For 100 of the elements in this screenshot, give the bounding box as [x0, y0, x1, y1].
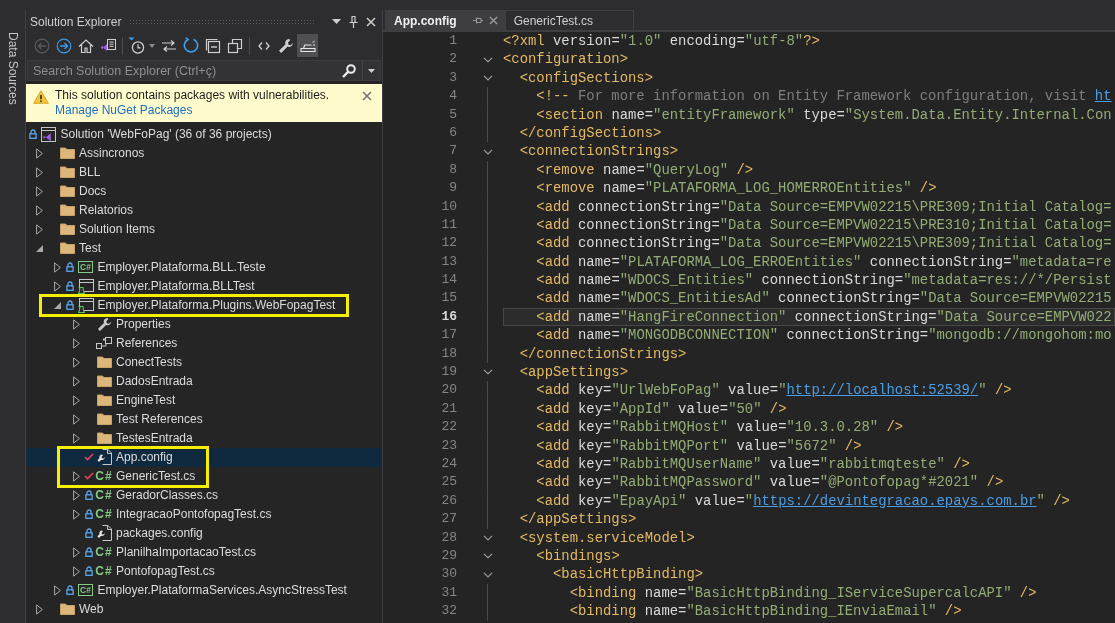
- code-link[interactable]: https://devintegracao.epays.com.br: [753, 492, 1037, 509]
- line-number: 5: [449, 106, 457, 122]
- line-number: 31: [441, 584, 457, 600]
- expand-arrow-icon[interactable]: [72, 489, 80, 501]
- search-options-button[interactable]: [362, 60, 381, 81]
- expand-arrow-icon[interactable]: [35, 204, 43, 216]
- tree-item[interactable]: DadosEntrada: [26, 371, 382, 391]
- expand-arrow-icon[interactable]: [72, 337, 80, 349]
- expand-arrow-icon[interactable]: [72, 565, 80, 577]
- collapse-arrow-icon[interactable]: [54, 301, 61, 309]
- tree-item[interactable]: BLL: [26, 162, 382, 182]
- code-link[interactable]: http://localhost:52539/: [786, 382, 979, 399]
- code-brackets-icon[interactable]: [257, 40, 270, 51]
- tree-item[interactable]: Properties: [26, 314, 382, 334]
- code-line: <add name="PLATAFORMA_LOG_ERROEntities" connectionString="metadata=re: [536, 253, 1112, 270]
- code-line: <add connectionString="Data Source=EMPVW02215\PRE310;Initial Catalog=: [536, 216, 1112, 233]
- editor-tab[interactable]: App.config: [385, 10, 505, 30]
- expand-arrow-icon[interactable]: [72, 394, 80, 406]
- expand-arrow-icon[interactable]: [72, 356, 80, 368]
- tree-item[interactable]: Test: [26, 238, 382, 258]
- expand-arrow-icon[interactable]: [72, 413, 80, 425]
- code-line: <appSettings>: [519, 364, 629, 381]
- tree-item[interactable]: C# PontofopagTest.cs: [26, 561, 382, 581]
- fold-toggle-icon[interactable]: [482, 553, 493, 560]
- tree-item[interactable]: App.config: [26, 447, 382, 467]
- file-type-label: C#: [95, 506, 113, 523]
- tree-item[interactable]: Web: [26, 599, 382, 619]
- tree-item[interactable]: Assincronos: [26, 143, 382, 163]
- folder-icon: [96, 432, 112, 444]
- clock-icon[interactable]: [128, 37, 145, 54]
- caret-down-icon[interactable]: [332, 19, 341, 24]
- expand-arrow-icon[interactable]: [54, 280, 61, 292]
- code-line: </connectionStrings>: [519, 345, 687, 362]
- fold-toggle-icon[interactable]: [482, 369, 493, 376]
- search-icon[interactable]: [342, 63, 356, 78]
- tree-item[interactable]: Solution 'WebFoPag' (36 of 36 projects): [26, 124, 382, 144]
- pin-icon[interactable]: [349, 15, 358, 28]
- tree-item[interactable]: ConectTests: [26, 352, 382, 372]
- expand-arrow-icon[interactable]: [72, 470, 80, 482]
- tree-item[interactable]: C# IntegracaoPontofopagTest.cs: [26, 504, 382, 524]
- line-number: 9: [449, 180, 457, 196]
- code-link[interactable]: ht: [1094, 88, 1112, 105]
- editor-tab[interactable]: GenericTest.cs: [504, 10, 634, 30]
- tree-item[interactable]: packages.config: [26, 523, 382, 543]
- fold-toggle-icon[interactable]: [482, 56, 493, 63]
- pin-icon[interactable]: [472, 17, 483, 24]
- side-tab[interactable]: Data Sources: [5, 32, 20, 623]
- tree-item[interactable]: Solution Items: [26, 219, 382, 239]
- expand-arrow-icon[interactable]: [35, 166, 43, 178]
- tree-item[interactable]: C# Employer.Plataforma.BLL.Teste: [26, 257, 382, 277]
- line-number: 19: [441, 364, 457, 380]
- close-icon[interactable]: [362, 91, 372, 101]
- tree-item[interactable]: Relatorios: [26, 200, 382, 220]
- file-type-label: C#: [95, 468, 113, 485]
- tree-item[interactable]: C# GenericTest.cs: [26, 466, 382, 486]
- tree-item[interactable]: C# PlanilhaImportacaoTest.cs: [26, 542, 382, 562]
- code-line: <binding name="BasicHttpBinding_IEnviaEmail" />: [569, 603, 962, 620]
- expand-arrow-icon[interactable]: [72, 318, 80, 330]
- expand-arrow-icon[interactable]: [72, 508, 80, 520]
- code-line: <add name="WDOCS_EntitiesAd" connectionString="Data Source=EMPVW02215: [536, 290, 1112, 307]
- tree-item[interactable]: Docs: [26, 181, 382, 201]
- tree-item[interactable]: C# Employer.PlataformaServices.AsyncStressTest: [26, 580, 382, 600]
- code-line: <add name="MONGODBCONNECTION" connectionString="mongodb://mongohom:mo: [536, 327, 1112, 344]
- tree-item[interactable]: Employer.Plataforma.BLLTest: [26, 276, 382, 296]
- fold-toggle-icon[interactable]: [482, 571, 493, 578]
- tree-item[interactable]: C# GeradorClasses.cs: [26, 485, 382, 505]
- line-number: 32: [441, 603, 457, 619]
- expand-arrow-icon[interactable]: [54, 261, 61, 273]
- expand-arrow-icon[interactable]: [35, 147, 43, 159]
- caret-down-icon[interactable]: [149, 43, 155, 48]
- line-number: 29: [441, 547, 457, 563]
- folder-icon: [96, 394, 112, 406]
- expand-arrow-icon[interactable]: [35, 185, 43, 197]
- tree-item[interactable]: Test References: [26, 409, 382, 429]
- caret-down-icon[interactable]: [368, 68, 375, 73]
- expand-arrow-icon[interactable]: [72, 546, 80, 558]
- collapse-arrow-icon[interactable]: [35, 244, 43, 252]
- test-project-icon: [77, 297, 94, 313]
- code-line: <add name="WDOCS_Entities" connectionString="metadata=res://*/Persist: [536, 272, 1112, 289]
- fold-toggle-icon[interactable]: [482, 74, 493, 81]
- manage-packages-link[interactable]: Manage NuGet Packages: [55, 103, 193, 117]
- search-button[interactable]: [338, 60, 362, 81]
- expand-arrow-icon[interactable]: [35, 223, 43, 235]
- expand-arrow-icon[interactable]: [54, 584, 61, 596]
- panel-title: Solution Explorer: [30, 13, 122, 31]
- line-number: 22: [441, 419, 457, 435]
- tree-item[interactable]: EngineTest: [26, 390, 382, 410]
- search-field[interactable]: Search Solution Explorer (Ctrl+ç): [27, 60, 338, 81]
- fold-toggle-icon[interactable]: [482, 148, 493, 155]
- expand-arrow-icon[interactable]: [72, 432, 80, 444]
- line-number: 30: [441, 566, 457, 582]
- code-line: <add connectionString="Data Source=EMPVW02215\PRE309;Initial Catalog=: [536, 198, 1112, 215]
- fold-toggle-icon[interactable]: [482, 534, 493, 541]
- folder-icon: [59, 603, 75, 615]
- expand-arrow-icon[interactable]: [72, 375, 80, 387]
- tree-item[interactable]: References: [26, 333, 382, 353]
- tree-item[interactable]: TestesEntrada: [26, 428, 382, 448]
- expand-arrow-icon[interactable]: [35, 603, 43, 615]
- file-type-label: C#: [95, 487, 113, 504]
- close-icon[interactable]: [488, 16, 498, 25]
